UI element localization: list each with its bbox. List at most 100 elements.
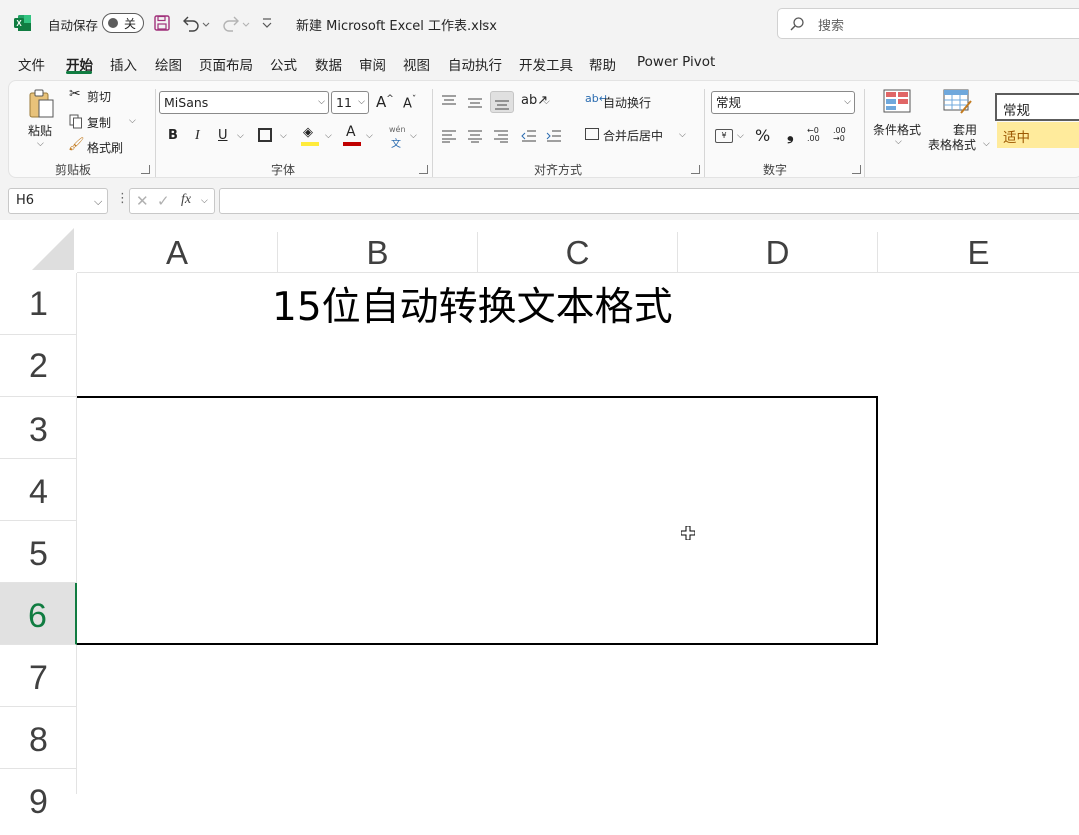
align-right-icon[interactable] (493, 128, 509, 143)
italic-button[interactable]: I (195, 128, 200, 144)
row-header-3[interactable]: 3 (0, 397, 77, 459)
column-header-e[interactable]: E (878, 232, 1079, 273)
orientation-chevron-icon[interactable]: ⌵ (543, 97, 550, 107)
tab-power-pivot[interactable]: Power Pivot (637, 54, 715, 70)
increase-font-icon[interactable]: A^ (376, 93, 394, 111)
tab-file[interactable]: 文件 (18, 54, 45, 74)
decrease-decimal-button[interactable]: .00 →0 (833, 127, 853, 143)
customize-qat-icon[interactable] (260, 15, 274, 31)
font-color-chevron-icon[interactable]: ⌵ (366, 131, 373, 141)
tab-automate[interactable]: 自动执行 (448, 54, 502, 74)
conditional-chevron-icon: ⌵ (895, 137, 902, 147)
align-center-icon[interactable] (467, 128, 483, 143)
clipboard-launcher-icon[interactable] (141, 165, 150, 174)
column-header-a[interactable]: A (77, 232, 278, 273)
underline-chevron-icon[interactable]: ⌵ (237, 131, 244, 141)
redo-icon[interactable] (220, 13, 250, 33)
autosave-toggle[interactable]: 关 (102, 13, 144, 33)
tab-formulas[interactable]: 公式 (270, 54, 297, 74)
row-header-2[interactable]: 2 (0, 335, 77, 397)
align-bottom-button[interactable] (490, 91, 514, 113)
underline-button[interactable]: U (218, 128, 228, 143)
column-header-b[interactable]: B (278, 232, 478, 273)
increase-decimal-button[interactable]: ←0 .00 (807, 127, 827, 143)
row-header-8[interactable]: 8 (0, 707, 77, 769)
column-header-d[interactable]: D (678, 232, 878, 273)
paste-button[interactable]: 粘贴 ⌵ (21, 87, 61, 149)
merge-center-button[interactable]: 合并后居中 ⌵ (585, 126, 695, 146)
accounting-format-icon[interactable]: ¥ (715, 129, 733, 143)
row-header-1[interactable]: 1 (0, 273, 77, 335)
fill-color-button[interactable]: ◈ (301, 125, 321, 147)
search-icon (789, 16, 805, 32)
decrease-font-icon[interactable]: Aˇ (403, 95, 416, 111)
bold-button[interactable]: B (168, 128, 178, 143)
autosave-label: 自动保存 (48, 18, 99, 33)
align-middle-icon[interactable] (467, 93, 483, 108)
name-box[interactable]: H6 ⌵ (8, 188, 108, 214)
tab-help[interactable]: 帮助 (589, 54, 616, 74)
number-format-select[interactable]: 常规 ⌵ (711, 91, 855, 114)
row-header-6[interactable]: 6 (0, 583, 77, 645)
comma-button[interactable]: ❟ (787, 125, 794, 145)
name-box-value: H6 (16, 193, 35, 208)
align-left-icon[interactable] (441, 128, 457, 143)
row-header-4[interactable]: 4 (0, 459, 77, 521)
number-launcher-icon[interactable] (852, 165, 861, 174)
phonetic-top: wén (389, 125, 406, 134)
borders-icon[interactable] (258, 128, 272, 142)
tab-developer[interactable]: 开发工具 (519, 54, 573, 74)
cell-b1[interactable]: 15位自动转换文本格式 (272, 276, 673, 332)
confirm-entry-icon[interactable]: ✓ (157, 192, 170, 210)
select-all-button[interactable] (0, 220, 77, 273)
filename-chevron-icon[interactable]: ⌵ (481, 17, 489, 31)
tab-insert[interactable]: 插入 (110, 54, 137, 74)
worksheet-grid[interactable]: A B C D E 1 2 3 4 5 6 7 8 9 15位自动转换文本格式 (0, 220, 1079, 821)
phonetic-chevron-icon[interactable]: ⌵ (410, 131, 417, 141)
merge-label: 合并后居中 (603, 129, 664, 143)
tab-view[interactable]: 视图 (403, 54, 430, 74)
merge-chevron-icon: ⌵ (679, 130, 686, 140)
undo-icon[interactable] (180, 13, 210, 33)
font-launcher-icon[interactable] (419, 165, 428, 174)
align-top-icon[interactable] (441, 93, 457, 107)
alignment-launcher-icon[interactable] (691, 165, 700, 174)
save-icon[interactable] (153, 14, 171, 32)
separator (864, 89, 865, 177)
more-options-icon[interactable]: ⋮ (116, 191, 129, 206)
cancel-entry-icon[interactable]: ✕ (136, 192, 149, 210)
title-bar: X 自动保存 关 新建 Microsoft Excel 工作表.xlsx ⌵ 搜… (0, 0, 1079, 46)
phonetic-guide-icon[interactable]: wén 文 (387, 125, 409, 150)
fx-chevron-icon[interactable]: ⌵ (201, 196, 208, 206)
style-normal-cell[interactable]: 常规 (995, 93, 1079, 121)
style-neutral-cell[interactable]: 适中 (997, 122, 1079, 148)
format-as-table-button[interactable]: 套用 表格格式 ⌵ (925, 87, 993, 155)
search-box[interactable]: 搜索 (777, 8, 1079, 39)
formula-input[interactable] (219, 188, 1079, 214)
font-size-select[interactable]: 11 ⌵ (331, 91, 369, 114)
percent-button[interactable]: % (755, 126, 770, 145)
borders-chevron-icon[interactable]: ⌵ (280, 131, 287, 141)
column-header-c[interactable]: C (478, 232, 678, 273)
row-header-9[interactable]: 9 (0, 769, 77, 831)
increase-indent-icon[interactable] (546, 128, 562, 142)
bordered-range-a3-d6[interactable] (77, 396, 878, 645)
tab-page-layout[interactable]: 页面布局 (199, 54, 253, 74)
wrap-text-button[interactable]: ab↵ 自动换行 (585, 92, 675, 113)
tab-draw[interactable]: 绘图 (155, 54, 182, 74)
insert-function-button[interactable]: fx (181, 192, 191, 208)
font-name-select[interactable]: MiSans ⌵ (159, 91, 329, 114)
decrease-indent-icon[interactable] (521, 128, 537, 142)
cut-button[interactable]: ✂ 剪切 (67, 86, 127, 106)
font-color-button[interactable]: A (343, 124, 363, 147)
copy-button[interactable]: 复制 ⌵ (67, 112, 139, 132)
fill-chevron-icon[interactable]: ⌵ (325, 131, 332, 141)
row-header-7[interactable]: 7 (0, 645, 77, 707)
row-header-5[interactable]: 5 (0, 521, 77, 583)
tab-review[interactable]: 审阅 (359, 54, 386, 74)
file-name[interactable]: 新建 Microsoft Excel 工作表.xlsx (296, 15, 497, 34)
accounting-chevron-icon[interactable]: ⌵ (737, 131, 744, 141)
tab-data[interactable]: 数据 (315, 54, 342, 74)
format-painter-button[interactable]: 🖌 格式刷 (67, 137, 137, 157)
conditional-format-button[interactable]: 条件格式 ⌵ (871, 87, 923, 155)
